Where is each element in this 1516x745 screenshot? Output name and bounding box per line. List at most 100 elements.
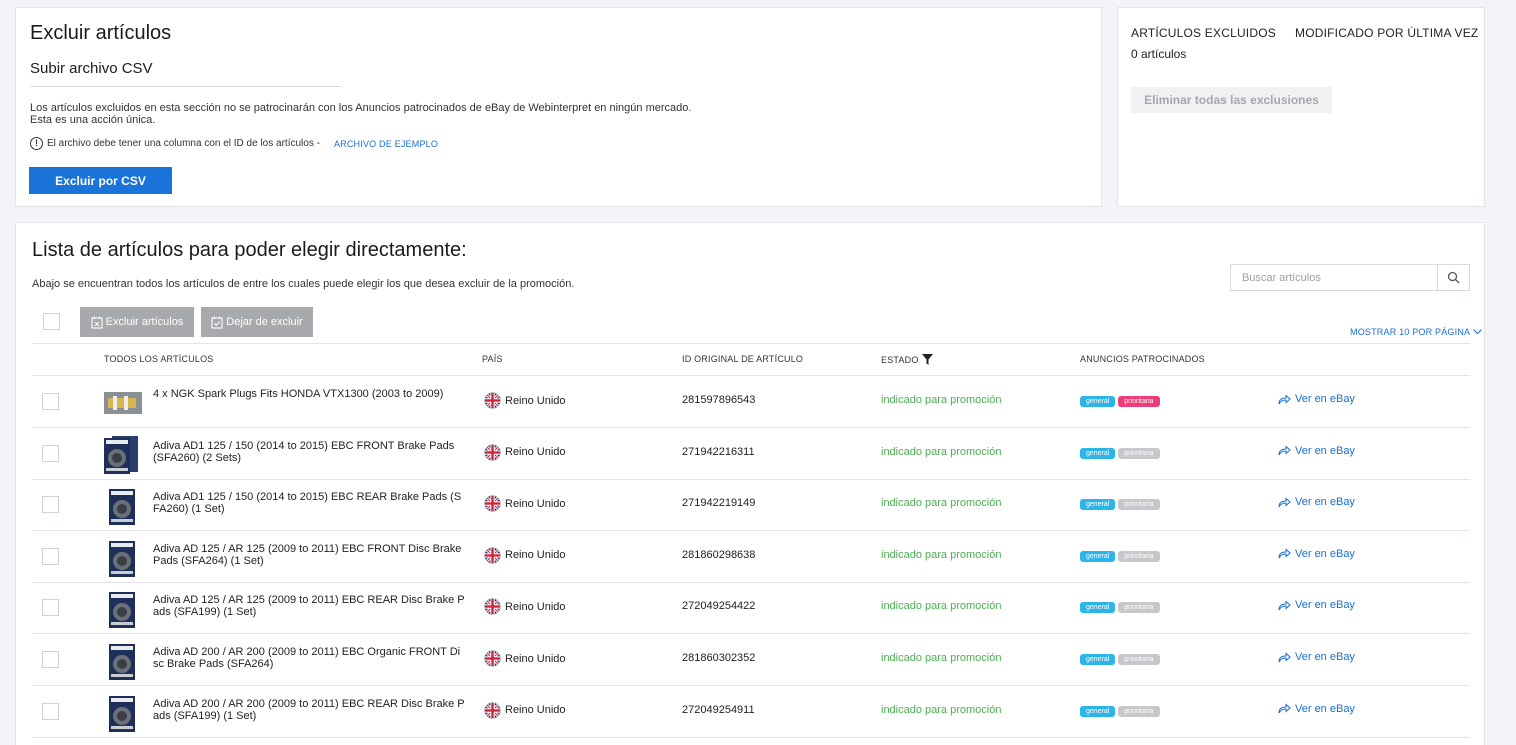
item-status: indicado para promoción xyxy=(881,445,1002,458)
uk-flag-icon xyxy=(484,392,501,409)
sponsored-badges: general prioritaria xyxy=(1080,499,1160,511)
item-id: 281860302352 xyxy=(682,652,756,664)
col-item-id: ID ORIGINAL DE ARTÍCULO xyxy=(682,354,804,364)
table-row: Adiva AD 125 / AR 125 (2009 to 2011) EBC… xyxy=(32,582,1470,635)
filter-icon[interactable] xyxy=(921,354,933,365)
view-on-ebay-label: Ver en eBay xyxy=(1295,599,1355,612)
product-thumbnail xyxy=(109,644,135,680)
view-on-ebay-link[interactable]: Ver en eBay xyxy=(1278,703,1355,715)
remove-all-exclusions-button[interactable]: Eliminar todas las exclusiones xyxy=(1131,87,1332,113)
item-country: Reino Unido xyxy=(484,701,566,719)
col-status[interactable]: ESTADO xyxy=(881,354,933,365)
share-arrow-icon xyxy=(1278,600,1291,611)
view-on-ebay-link[interactable]: Ver en eBay xyxy=(1278,496,1355,508)
item-country: Reino Unido xyxy=(484,650,566,667)
view-on-ebay-label: Ver en eBay xyxy=(1295,702,1355,715)
share-arrow-icon xyxy=(1278,548,1291,559)
view-on-ebay-link[interactable]: Ver en eBay xyxy=(1278,651,1355,663)
country-name: Reino Unido xyxy=(505,600,566,613)
exclude-items-label: Excluir artículos xyxy=(105,316,184,328)
country-name: Reino Unido xyxy=(505,652,566,665)
badge-general: general xyxy=(1080,602,1116,614)
row-checkbox[interactable] xyxy=(42,393,59,410)
badge-priority: prioritaria xyxy=(1118,705,1160,717)
row-checkbox[interactable] xyxy=(42,599,59,617)
product-thumbnail xyxy=(109,489,135,526)
row-checkbox[interactable] xyxy=(42,444,59,462)
badge-priority: prioritaria xyxy=(1118,447,1160,459)
view-on-ebay-link[interactable]: Ver en eBay xyxy=(1278,445,1355,457)
sponsored-badges: general prioritaria xyxy=(1080,602,1160,614)
country-name: Reino Unido xyxy=(505,394,566,407)
exclude-title: Excluir artículos xyxy=(30,22,172,44)
row-checkbox[interactable] xyxy=(42,651,59,668)
view-on-ebay-label: Ver en eBay xyxy=(1295,651,1355,663)
product-thumbnail xyxy=(104,392,142,414)
item-status: indicado para promoción xyxy=(881,497,1002,510)
exclude-description: Los artículos excluidos en esta sección … xyxy=(30,102,691,126)
unexclude-button[interactable]: Dejar de excluir xyxy=(201,307,313,337)
item-status: indicado para promoción xyxy=(881,652,1002,664)
item-id: 271942219149 xyxy=(682,497,756,510)
select-all-checkbox[interactable] xyxy=(43,313,60,330)
sponsored-badges: general prioritaria xyxy=(1080,654,1160,665)
thumbnail-wrapper xyxy=(104,642,140,680)
last-modified-header: MODIFICADO POR ÚLTIMA VEZ xyxy=(1295,26,1479,40)
view-on-ebay-link[interactable]: Ver en eBay xyxy=(1278,599,1355,611)
item-country: Reino Unido xyxy=(484,598,566,616)
exclude-by-csv-button[interactable]: Excluir por CSV xyxy=(29,167,172,194)
description-line-2: Esta es una acción única. xyxy=(30,114,156,126)
table-row: Adiva AD 200 / AR 200 (2009 to 2011) EBC… xyxy=(32,634,1470,686)
sponsored-badges: general prioritaria xyxy=(1080,396,1160,407)
badge-priority: prioritaria xyxy=(1118,499,1160,511)
info-icon: ! xyxy=(30,137,43,150)
share-arrow-icon xyxy=(1278,497,1291,507)
search-button[interactable] xyxy=(1437,265,1469,290)
page-size-dropdown[interactable]: MOSTRAR 10 POR PÁGINA xyxy=(1350,327,1483,337)
badge-general: general xyxy=(1080,499,1116,511)
item-list-card: Lista de artículos para poder elegir dir… xyxy=(15,222,1485,745)
table-row: Adiva AD 200 / AR 200 (2009 to 2011) EBC… xyxy=(32,686,1470,738)
excluded-count: 0 artículos xyxy=(1131,47,1187,61)
col-country: PAÍS xyxy=(482,354,503,364)
item-country: Reino Unido xyxy=(484,495,566,512)
exclusion-summary-card: ARTÍCULOS EXCLUIDOS MODIFICADO POR ÚLTIM… xyxy=(1117,7,1485,207)
search-input[interactable] xyxy=(1231,265,1437,290)
table-row: Adiva AD1 125 / 150 (2014 to 2015) EBC R… xyxy=(32,479,1470,532)
col-status-label: ESTADO xyxy=(881,354,919,365)
uk-flag-icon xyxy=(484,443,501,461)
sample-file-link[interactable]: ARCHIVO DE EJEMPLO xyxy=(334,139,438,149)
item-title: Adiva AD1 125 / 150 (2014 to 2015) EBC F… xyxy=(153,439,455,464)
description-line-1: Los artículos excluidos en esta sección … xyxy=(30,102,692,114)
view-on-ebay-link[interactable]: Ver en eBay xyxy=(1278,393,1355,405)
thumbnail-wrapper xyxy=(104,487,140,526)
view-on-ebay-label: Ver en eBay xyxy=(1295,547,1355,560)
badge-priority: prioritaria xyxy=(1118,550,1160,562)
badge-general: general xyxy=(1080,705,1116,717)
badge-priority: prioritaria xyxy=(1118,654,1160,665)
list-title: Lista de artículos para poder elegir dir… xyxy=(32,239,467,261)
item-title: Adiva AD 125 / AR 125 (2009 to 2011) EBC… xyxy=(153,542,462,567)
country-name: Reino Unido xyxy=(505,704,566,717)
view-on-ebay-link[interactable]: Ver en eBay xyxy=(1278,548,1355,560)
uk-flag-icon xyxy=(484,701,501,719)
csv-note-text: El archivo debe tener una columna con el… xyxy=(47,138,320,149)
exclude-items-button[interactable]: Excluir artículos xyxy=(80,307,194,337)
view-on-ebay-label: Ver en eBay xyxy=(1295,393,1355,405)
upload-csv-subtitle: Subir archivo CSV xyxy=(30,60,153,77)
country-name: Reino Unido xyxy=(505,446,566,459)
country-name: Reino Unido xyxy=(505,549,566,562)
item-country: Reino Unido xyxy=(484,392,566,409)
item-title: Adiva AD1 125 / 150 (2014 to 2015) EBC R… xyxy=(153,491,462,516)
row-checkbox[interactable] xyxy=(42,702,59,720)
unexclude-label: Dejar de excluir xyxy=(226,316,303,328)
item-title: 4 x NGK Spark Plugs Fits HONDA VTX1300 (… xyxy=(153,388,444,400)
item-id: 272049254911 xyxy=(682,703,755,716)
row-checkbox[interactable] xyxy=(42,547,59,565)
search-box xyxy=(1230,264,1470,291)
row-checkbox[interactable] xyxy=(42,496,59,514)
uk-flag-icon xyxy=(484,495,501,512)
table-header: TODOS LOS ARTÍCULOS PAÍS ID ORIGINAL DE … xyxy=(32,343,1470,376)
item-country: Reino Unido xyxy=(484,546,566,564)
list-subtitle: Abajo se encuentran todos los artículos … xyxy=(32,278,575,290)
